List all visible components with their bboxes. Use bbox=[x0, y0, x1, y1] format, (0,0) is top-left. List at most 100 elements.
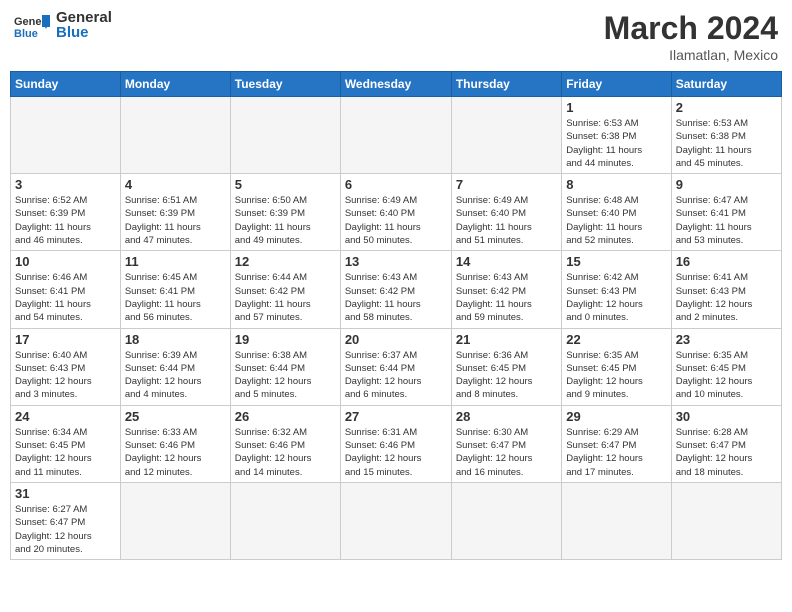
day-number: 24 bbox=[15, 409, 116, 424]
day-info: Sunrise: 6:49 AM Sunset: 6:40 PM Dayligh… bbox=[456, 194, 557, 247]
calendar-week-row: 17 Sunrise: 6:40 AM Sunset: 6:43 PM Dayli… bbox=[11, 328, 782, 405]
calendar-week-row: 1 Sunrise: 6:53 AM Sunset: 6:38 PM Daylig… bbox=[11, 97, 782, 174]
calendar-header-row: SundayMondayTuesdayWednesdayThursdayFrid… bbox=[11, 72, 782, 97]
calendar-week-row: 10Sunrise: 6:46 AM Sunset: 6:41 PM Dayli… bbox=[11, 251, 782, 328]
calendar-day-cell: 12Sunrise: 6:44 AM Sunset: 6:42 PM Dayli… bbox=[230, 251, 340, 328]
calendar-day-cell: 17 Sunrise: 6:40 AM Sunset: 6:43 PM Dayli… bbox=[11, 328, 121, 405]
day-number: 25 bbox=[125, 409, 226, 424]
calendar-day-cell: 2 Sunrise: 6:53 AM Sunset: 6:38 PM Daylig… bbox=[671, 97, 781, 174]
logo-blue-text: Blue bbox=[56, 25, 112, 40]
calendar-day-cell: 13 Sunrise: 6:43 AM Sunset: 6:42 PM Dayli… bbox=[340, 251, 451, 328]
day-number: 1 bbox=[566, 100, 666, 115]
calendar-day-cell: 27 Sunrise: 6:31 AM Sunset: 6:46 PM Dayli… bbox=[340, 405, 451, 482]
day-number: 10 bbox=[15, 254, 116, 269]
day-of-week-header: Saturday bbox=[671, 72, 781, 97]
calendar-day-cell: 20 Sunrise: 6:37 AM Sunset: 6:44 PM Dayli… bbox=[340, 328, 451, 405]
day-info: Sunrise: 6:43 AM Sunset: 6:42 PM Dayligh… bbox=[345, 271, 447, 324]
calendar-day-cell bbox=[230, 97, 340, 174]
day-number: 4 bbox=[125, 177, 226, 192]
location-subtitle: Ilamatlan, Mexico bbox=[604, 47, 778, 63]
day-number: 3 bbox=[15, 177, 116, 192]
calendar-day-cell: 8Sunrise: 6:48 AM Sunset: 6:40 PM Daylig… bbox=[562, 174, 671, 251]
day-info: Sunrise: 6:33 AM Sunset: 6:46 PM Dayligh… bbox=[125, 426, 226, 479]
day-number: 15 bbox=[566, 254, 666, 269]
generalblue-logo-icon: General Blue bbox=[14, 11, 50, 39]
day-info: Sunrise: 6:29 AM Sunset: 6:47 PM Dayligh… bbox=[566, 426, 666, 479]
day-info: Sunrise: 6:34 AM Sunset: 6:45 PM Dayligh… bbox=[15, 426, 116, 479]
calendar-week-row: 31Sunrise: 6:27 AM Sunset: 6:47 PM Dayli… bbox=[11, 482, 782, 559]
day-number: 28 bbox=[456, 409, 557, 424]
day-info: Sunrise: 6:39 AM Sunset: 6:44 PM Dayligh… bbox=[125, 349, 226, 402]
page-header: General Blue General Blue March 2024 Ila… bbox=[10, 10, 782, 63]
day-info: Sunrise: 6:38 AM Sunset: 6:44 PM Dayligh… bbox=[235, 349, 336, 402]
calendar-day-cell: 4 Sunrise: 6:51 AM Sunset: 6:39 PM Daylig… bbox=[120, 174, 230, 251]
calendar-day-cell: 3 Sunrise: 6:52 AM Sunset: 6:39 PM Daylig… bbox=[11, 174, 121, 251]
day-number: 9 bbox=[676, 177, 777, 192]
day-of-week-header: Wednesday bbox=[340, 72, 451, 97]
day-number: 18 bbox=[125, 332, 226, 347]
calendar-day-cell: 21Sunrise: 6:36 AM Sunset: 6:45 PM Dayli… bbox=[451, 328, 561, 405]
calendar-week-row: 3 Sunrise: 6:52 AM Sunset: 6:39 PM Daylig… bbox=[11, 174, 782, 251]
day-number: 13 bbox=[345, 254, 447, 269]
day-of-week-header: Thursday bbox=[451, 72, 561, 97]
day-number: 17 bbox=[15, 332, 116, 347]
month-year-title: March 2024 bbox=[604, 10, 778, 47]
day-info: Sunrise: 6:27 AM Sunset: 6:47 PM Dayligh… bbox=[15, 503, 116, 556]
calendar-day-cell: 14 Sunrise: 6:43 AM Sunset: 6:42 PM Dayli… bbox=[451, 251, 561, 328]
day-number: 26 bbox=[235, 409, 336, 424]
day-info: Sunrise: 6:53 AM Sunset: 6:38 PM Dayligh… bbox=[566, 117, 666, 170]
day-info: Sunrise: 6:47 AM Sunset: 6:41 PM Dayligh… bbox=[676, 194, 777, 247]
calendar-day-cell: 29 Sunrise: 6:29 AM Sunset: 6:47 PM Dayli… bbox=[562, 405, 671, 482]
day-number: 8 bbox=[566, 177, 666, 192]
calendar-day-cell: 6 Sunrise: 6:49 AM Sunset: 6:40 PM Daylig… bbox=[340, 174, 451, 251]
calendar-day-cell: 1 Sunrise: 6:53 AM Sunset: 6:38 PM Daylig… bbox=[562, 97, 671, 174]
calendar-day-cell bbox=[120, 482, 230, 559]
day-number: 5 bbox=[235, 177, 336, 192]
calendar-day-cell: 16 Sunrise: 6:41 AM Sunset: 6:43 PM Dayli… bbox=[671, 251, 781, 328]
calendar-table: SundayMondayTuesdayWednesdayThursdayFrid… bbox=[10, 71, 782, 560]
calendar-day-cell bbox=[451, 482, 561, 559]
day-number: 16 bbox=[676, 254, 777, 269]
calendar-day-cell bbox=[230, 482, 340, 559]
day-info: Sunrise: 6:51 AM Sunset: 6:39 PM Dayligh… bbox=[125, 194, 226, 247]
calendar-day-cell: 24 Sunrise: 6:34 AM Sunset: 6:45 PM Dayli… bbox=[11, 405, 121, 482]
calendar-day-cell bbox=[340, 482, 451, 559]
day-info: Sunrise: 6:45 AM Sunset: 6:41 PM Dayligh… bbox=[125, 271, 226, 324]
day-info: Sunrise: 6:44 AM Sunset: 6:42 PM Dayligh… bbox=[235, 271, 336, 324]
day-number: 29 bbox=[566, 409, 666, 424]
day-number: 27 bbox=[345, 409, 447, 424]
calendar-day-cell: 10Sunrise: 6:46 AM Sunset: 6:41 PM Dayli… bbox=[11, 251, 121, 328]
day-info: Sunrise: 6:49 AM Sunset: 6:40 PM Dayligh… bbox=[345, 194, 447, 247]
day-info: Sunrise: 6:52 AM Sunset: 6:39 PM Dayligh… bbox=[15, 194, 116, 247]
day-number: 20 bbox=[345, 332, 447, 347]
day-number: 22 bbox=[566, 332, 666, 347]
day-info: Sunrise: 6:28 AM Sunset: 6:47 PM Dayligh… bbox=[676, 426, 777, 479]
day-number: 2 bbox=[676, 100, 777, 115]
calendar-day-cell: 28Sunrise: 6:30 AM Sunset: 6:47 PM Dayli… bbox=[451, 405, 561, 482]
day-info: Sunrise: 6:42 AM Sunset: 6:43 PM Dayligh… bbox=[566, 271, 666, 324]
calendar-day-cell: 30Sunrise: 6:28 AM Sunset: 6:47 PM Dayli… bbox=[671, 405, 781, 482]
day-info: Sunrise: 6:31 AM Sunset: 6:46 PM Dayligh… bbox=[345, 426, 447, 479]
logo: General Blue General Blue bbox=[14, 10, 112, 40]
calendar-day-cell bbox=[671, 482, 781, 559]
day-of-week-header: Friday bbox=[562, 72, 671, 97]
calendar-day-cell: 11Sunrise: 6:45 AM Sunset: 6:41 PM Dayli… bbox=[120, 251, 230, 328]
calendar-day-cell: 18 Sunrise: 6:39 AM Sunset: 6:44 PM Dayli… bbox=[120, 328, 230, 405]
day-number: 14 bbox=[456, 254, 557, 269]
day-number: 19 bbox=[235, 332, 336, 347]
calendar-day-cell: 22Sunrise: 6:35 AM Sunset: 6:45 PM Dayli… bbox=[562, 328, 671, 405]
day-info: Sunrise: 6:37 AM Sunset: 6:44 PM Dayligh… bbox=[345, 349, 447, 402]
calendar-day-cell: 5Sunrise: 6:50 AM Sunset: 6:39 PM Daylig… bbox=[230, 174, 340, 251]
day-info: Sunrise: 6:53 AM Sunset: 6:38 PM Dayligh… bbox=[676, 117, 777, 170]
day-info: Sunrise: 6:35 AM Sunset: 6:45 PM Dayligh… bbox=[676, 349, 777, 402]
calendar-day-cell: 15 Sunrise: 6:42 AM Sunset: 6:43 PM Dayli… bbox=[562, 251, 671, 328]
day-number: 6 bbox=[345, 177, 447, 192]
day-info: Sunrise: 6:40 AM Sunset: 6:43 PM Dayligh… bbox=[15, 349, 116, 402]
day-info: Sunrise: 6:36 AM Sunset: 6:45 PM Dayligh… bbox=[456, 349, 557, 402]
day-of-week-header: Tuesday bbox=[230, 72, 340, 97]
calendar-day-cell: 26Sunrise: 6:32 AM Sunset: 6:46 PM Dayli… bbox=[230, 405, 340, 482]
day-info: Sunrise: 6:41 AM Sunset: 6:43 PM Dayligh… bbox=[676, 271, 777, 324]
calendar-day-cell: 31Sunrise: 6:27 AM Sunset: 6:47 PM Dayli… bbox=[11, 482, 121, 559]
calendar-week-row: 24 Sunrise: 6:34 AM Sunset: 6:45 PM Dayli… bbox=[11, 405, 782, 482]
day-info: Sunrise: 6:43 AM Sunset: 6:42 PM Dayligh… bbox=[456, 271, 557, 324]
